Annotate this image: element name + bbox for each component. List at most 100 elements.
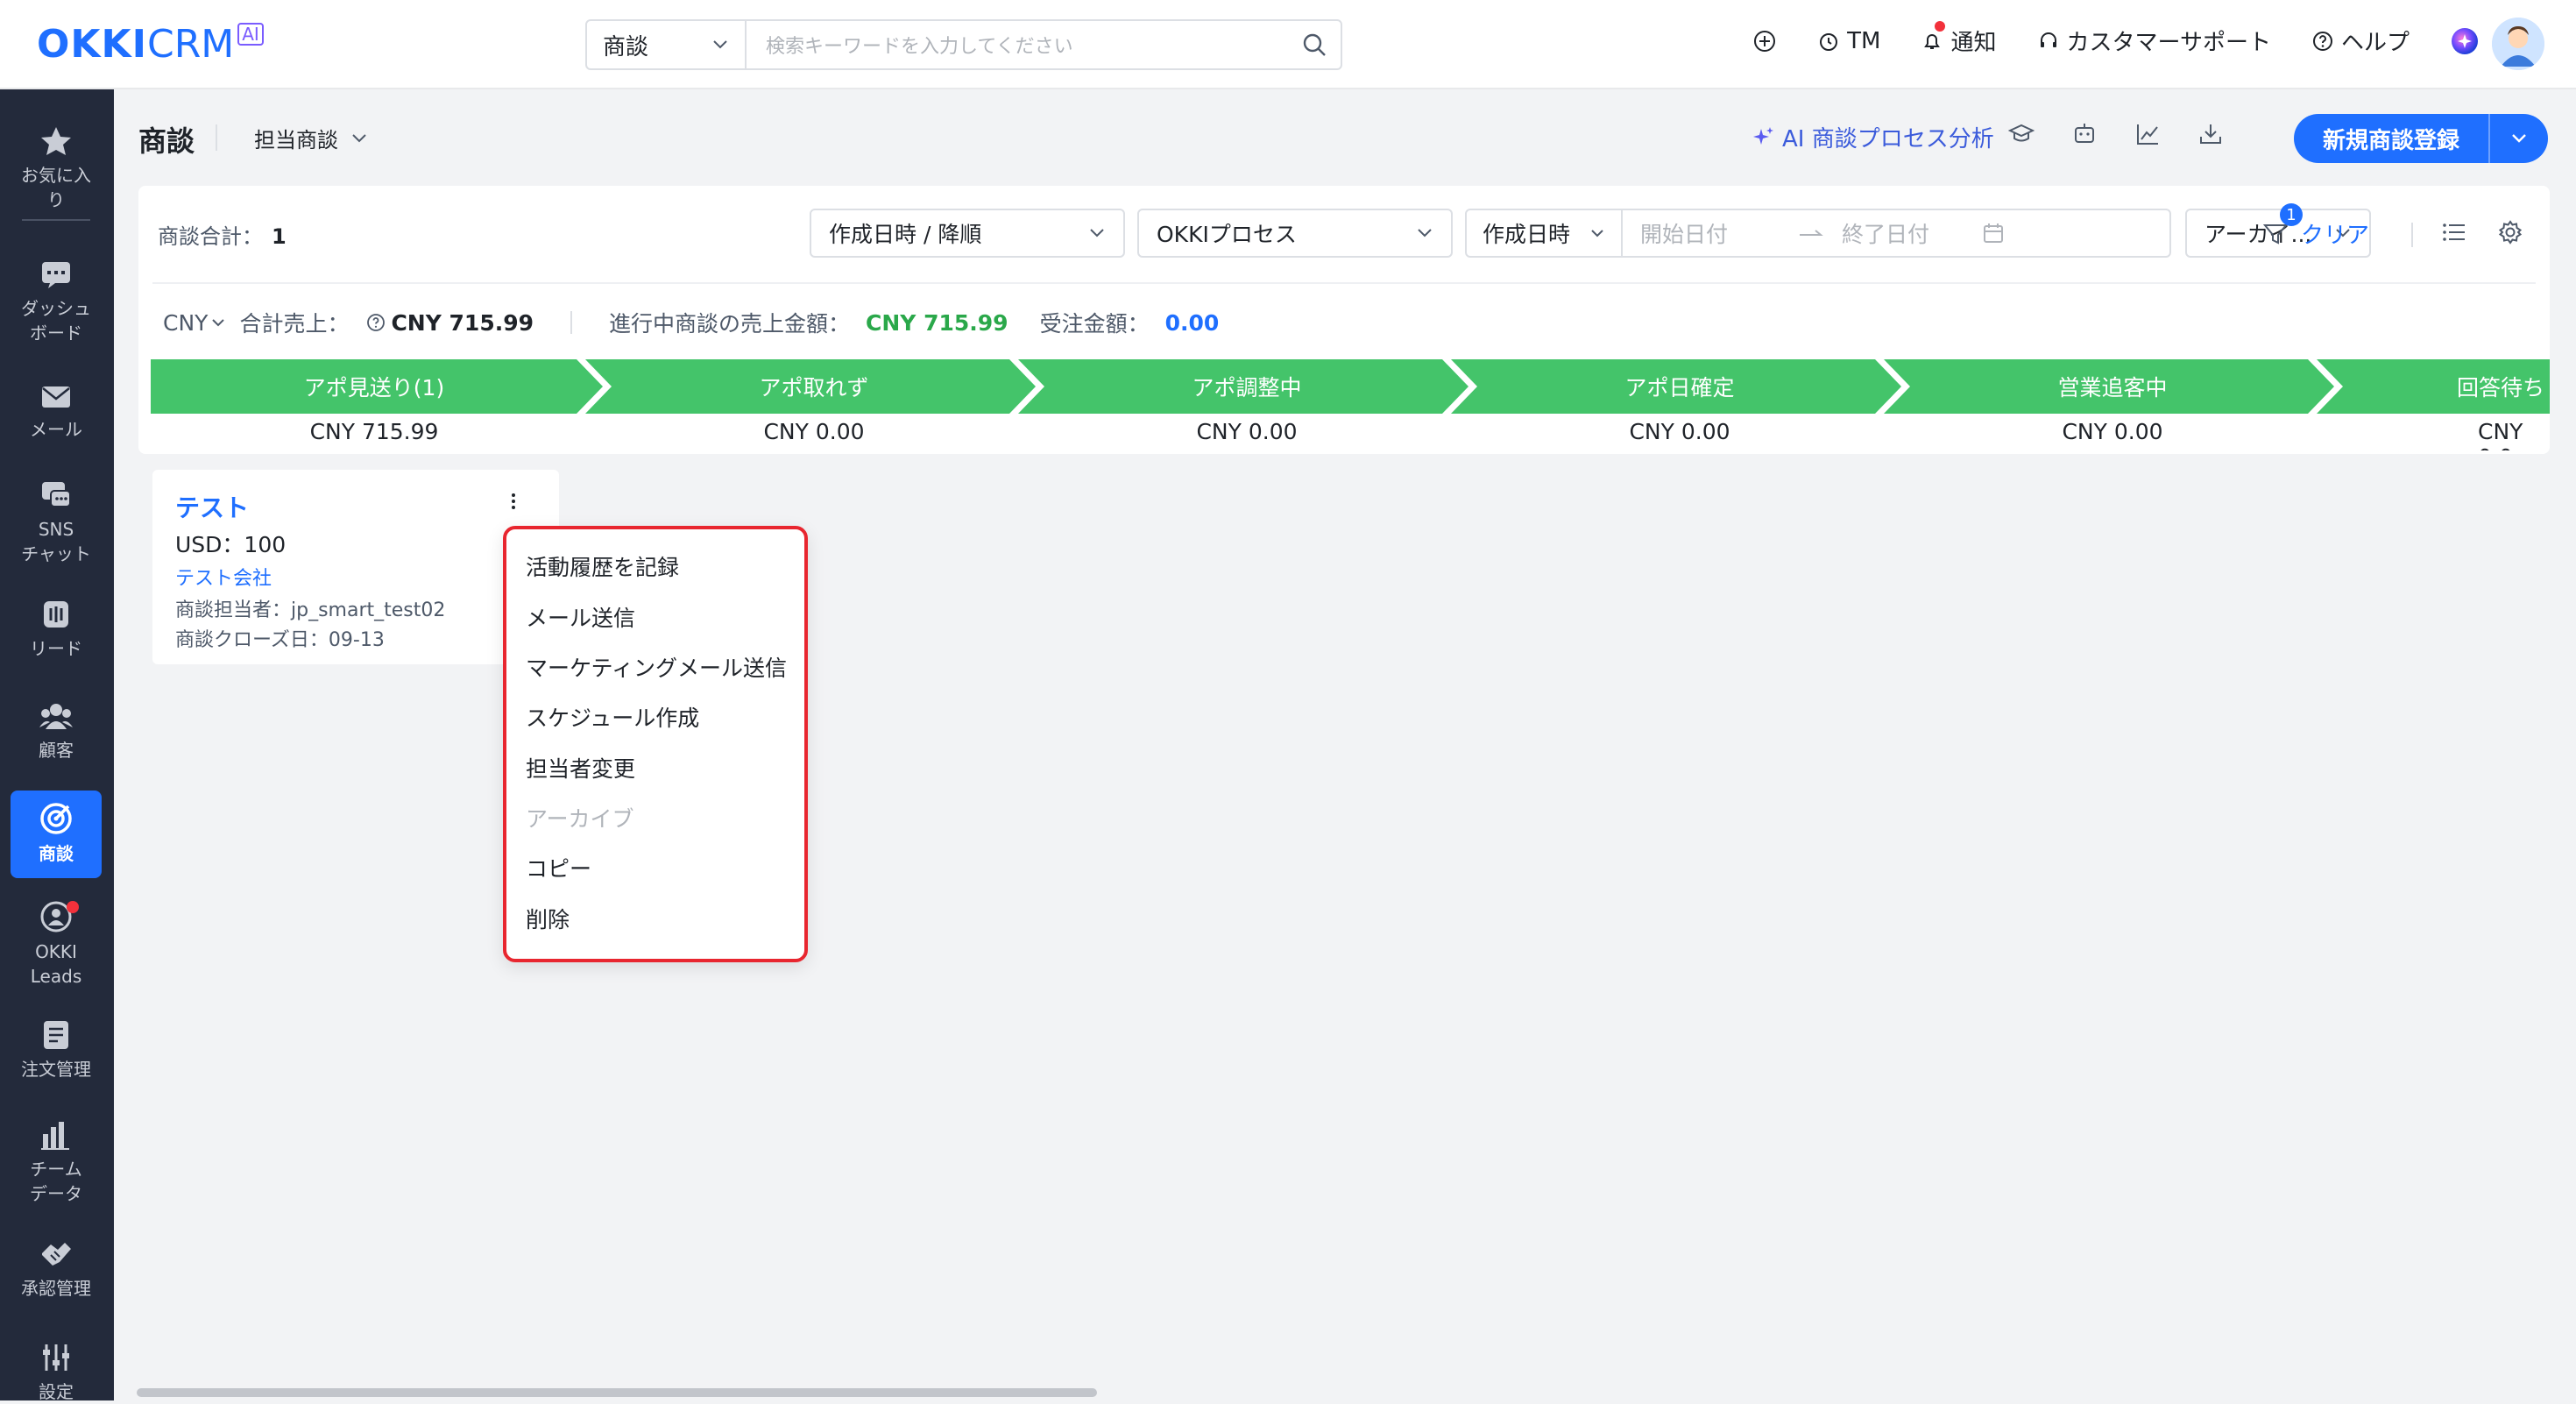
currency-label: CNY [163,309,209,336]
currency-select[interactable]: CNY [163,310,225,336]
dashboard-icon [42,262,70,288]
menu-item-copy[interactable]: コピー [526,852,591,883]
header-tool-icons [2008,121,2224,147]
search-icon[interactable] [1288,32,1341,58]
menu-item-delete[interactable]: 削除 [526,903,570,934]
gear-icon[interactable] [2497,219,2523,245]
okki-leads-dot [67,901,79,913]
menu-item-change-owner[interactable]: 担当者変更 [526,752,635,784]
okki-crm-logo[interactable]: OKKI CRM AI [37,23,264,67]
date-range-filter: 作成日時 開始日付 終了日付 [1465,209,2171,258]
support-label: カスタマーサポート [2066,30,2271,56]
search-scope-select[interactable]: 商談 [587,21,747,68]
sidebar-item-label: リード [30,638,82,659]
sidebar-item-favorites[interactable]: お気に入 り [11,124,102,221]
notification-button[interactable]: 通知 [1921,21,1997,57]
pipeline-stages: アポ見送り(1) アポ取れず アポ調整中 アポ日確定 営業追客中 回答待ち [151,359,2550,414]
deal-title[interactable]: テスト [175,489,249,524]
deal-scope-label: 担当商談 [254,128,338,152]
star-icon [41,127,71,155]
tm-button[interactable]: TM [1817,28,1880,54]
sidebar-item-label: 顧客 [39,740,74,761]
sidebar-item-deals[interactable]: 商談 [11,791,102,878]
new-deal-dropdown-toggle[interactable] [2490,132,2548,145]
customer-support-button[interactable]: カスタマーサポート [2037,25,2271,57]
ai-process-analysis-button[interactable]: AI 商談プロセス分析 [1751,121,1994,153]
in-progress-value: CNY 715.99 [866,309,1008,336]
more-menu-button[interactable] [510,491,517,515]
sort-label: 作成日時 / 降順 [829,222,982,247]
deal-close-date: 商談クローズ日：09-13 [175,629,385,651]
stage-header[interactable]: アポ見送り(1) [151,359,598,414]
new-deal-button[interactable]: 新規商談登録 [2294,114,2548,163]
sort-select[interactable]: 作成日時 / 降順 [810,209,1125,258]
sidebar-item-team-data[interactable]: チーム データ [11,1118,102,1206]
deal-scope-dropdown[interactable]: 担当商談 [254,123,368,153]
help-circle-icon[interactable] [366,313,386,332]
chat-icon [42,482,71,507]
sidebar-item-customers[interactable]: 顧客 [11,699,102,762]
chevron-down-icon [1591,230,1603,238]
plus-circle-icon [1754,30,1776,52]
graduation-cap-icon[interactable] [2008,121,2035,147]
mail-icon [42,386,70,408]
process-select[interactable]: OKKIプロセス [1137,209,1453,258]
sidebar-item-settings[interactable]: 設定 [11,1341,102,1404]
sidebar-item-orders[interactable]: 注文管理 [11,1018,102,1081]
ai-process-analysis-label: AI 商談プロセス分析 [1782,126,1994,152]
global-search: 商談 検索キーワードを入力してください [585,19,1342,70]
download-icon[interactable] [2197,121,2224,147]
date-field-select[interactable]: 作成日時 [1467,210,1623,256]
total-sales-value: CNY 715.99 [391,309,534,336]
stage-amount: CNY 0.0 [2478,419,2523,450]
total-sales-label: 合計売上： [239,311,350,337]
calendar-icon[interactable] [1982,222,2005,245]
menu-item-send-mail[interactable]: メール送信 [526,601,635,633]
line-chart-icon[interactable] [2134,121,2161,147]
divider [152,282,2536,284]
stage-name: アポ見送り(1) [303,375,445,401]
chevron-down-icon [1418,229,1432,238]
chevron-down-icon [2512,134,2526,143]
sidebar-item-mail[interactable]: メール [11,382,102,442]
deal-card[interactable]: テスト USD：100 テスト会社 商談担当者：jp_smart_test02 … [152,470,559,664]
user-avatar[interactable] [2492,18,2544,70]
stage-name: アポ調整中 [1192,375,1302,401]
ai-assistant-button[interactable] [2450,26,2480,56]
sidebar-item-label: メール [30,419,82,440]
stage-name: 営業追客中 [2057,375,2168,401]
menu-item-create-schedule[interactable]: スケジュール作成 [526,701,699,733]
sidebar: お気に入 り ダッシュ ボード メール SNS チャット リード 顧客 商談 O… [0,89,114,1402]
stage-header[interactable]: 営業追客中 [1896,359,2329,414]
menu-item-send-marketing-mail[interactable]: マーケティングメール送信 [526,651,787,683]
page-title: 商談 [138,124,195,158]
won-value: 0.00 [1164,309,1220,336]
stage-header[interactable]: アポ日確定 [1463,359,1896,414]
tm-label: TM [1847,27,1881,54]
robot-icon[interactable] [2071,121,2098,147]
sidebar-item-approvals[interactable]: 承認管理 [11,1237,102,1301]
start-date-input[interactable]: 開始日付 [1623,217,1798,249]
stage-header[interactable]: アポ取れず [598,359,1030,414]
help-circle-icon [2312,31,2332,51]
search-input[interactable]: 検索キーワードを入力してください [747,31,1288,59]
alarm-clock-icon [1820,32,1838,51]
stage-amounts: CNY 715.99 CNY 0.00 CNY 0.00 CNY 0.00 CN… [151,419,2550,450]
add-button[interactable] [1752,29,1777,53]
arrow-right-icon [1800,230,1823,236]
sidebar-item-dashboard[interactable]: ダッシュ ボード [11,258,102,345]
ai-orb-icon [2452,27,2478,54]
menu-item-log-activity[interactable]: 活動履歴を記録 [526,550,679,582]
clear-filter-link[interactable]: クリア [2301,217,2369,250]
end-date-input[interactable]: 終了日付 [1824,217,1982,249]
deal-company-link[interactable]: テスト会社 [175,563,272,591]
horizontal-scrollbar[interactable] [137,1388,1097,1397]
pipeline-panel: 商談合計： 1 作成日時 / 降順 OKKIプロセス 作成日時 開始日付 終了日付… [138,186,2550,454]
sidebar-item-sns-chat[interactable]: SNS チャット [11,479,102,566]
stage-header[interactable]: 回答待ち [2329,359,2550,414]
sidebar-item-okki-leads[interactable]: OKKI Leads [11,899,102,989]
help-button[interactable]: ヘルプ [2311,25,2410,57]
list-view-icon[interactable] [2441,219,2467,245]
stage-header[interactable]: アポ調整中 [1030,359,1463,414]
sidebar-item-leads[interactable]: リード [11,598,102,661]
